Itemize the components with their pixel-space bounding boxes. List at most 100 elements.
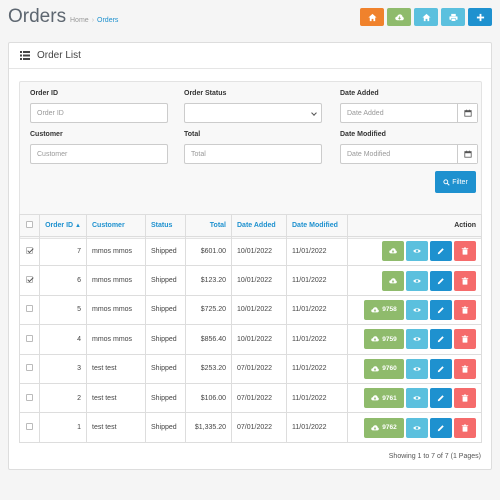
view-button[interactable]	[406, 358, 428, 379]
filter-button[interactable]: Filter	[435, 171, 476, 193]
total-input[interactable]: Total	[184, 144, 322, 164]
edit-button[interactable]	[430, 270, 452, 291]
table-row: 7 mmos mmos Shipped $601.00 10/01/2022 11/01/…	[19, 235, 482, 267]
invoice-button[interactable]: 9758	[364, 299, 404, 320]
download-button[interactable]	[387, 8, 411, 26]
select-all-checkbox[interactable]	[26, 221, 33, 228]
cloud-download-icon	[371, 424, 380, 430]
total-label: Total	[184, 131, 201, 138]
action-cell: 9758	[347, 294, 482, 326]
order-status-label: Order Status	[184, 90, 227, 97]
date-modified-calendar-button[interactable]	[457, 145, 477, 163]
order-id-input[interactable]: Order ID	[30, 103, 168, 123]
download-button[interactable]	[382, 270, 404, 291]
total-cell: $725.20	[185, 294, 232, 326]
select-all-cell	[19, 214, 40, 237]
calendar-icon	[463, 109, 472, 117]
trash-icon	[461, 247, 469, 255]
edit-button[interactable]	[430, 241, 452, 262]
download-button[interactable]	[382, 241, 404, 262]
breadcrumb-home[interactable]: Home	[70, 17, 89, 24]
home-button[interactable]	[360, 8, 384, 26]
edit-button[interactable]	[430, 417, 452, 438]
date-modified-cell: 11/01/2022	[286, 235, 348, 267]
view-button[interactable]	[406, 270, 428, 291]
view-button[interactable]	[406, 241, 428, 262]
row-checkbox[interactable]	[26, 364, 33, 372]
view-button[interactable]	[406, 417, 428, 438]
view-button[interactable]	[406, 299, 428, 320]
invoice-number: 9760	[382, 365, 397, 373]
total-header[interactable]: Total	[185, 214, 232, 237]
delete-button[interactable]	[454, 241, 476, 262]
cloud-download-icon	[371, 395, 380, 401]
row-checkbox[interactable]	[26, 246, 33, 254]
edit-button[interactable]	[430, 388, 452, 409]
edit-button[interactable]	[430, 299, 452, 320]
delete-button[interactable]	[454, 299, 476, 320]
date-added-header[interactable]: Date Added	[231, 214, 287, 237]
invoice-button[interactable]: 9761	[364, 388, 404, 409]
row-select-cell	[19, 412, 40, 443]
shipping-button[interactable]	[414, 8, 438, 26]
table-row: 6 mmos mmos Shipped $123.20 10/01/2022 11/01/…	[19, 265, 482, 296]
delete-button[interactable]	[454, 417, 476, 438]
delete-button[interactable]	[454, 388, 476, 409]
order-list-panel: Order List Order ID Order ID Order Statu…	[8, 42, 492, 470]
trash-icon	[461, 424, 469, 432]
status-header[interactable]: Status	[145, 214, 186, 237]
date-modified-placeholder: Date Modified	[347, 150, 391, 158]
breadcrumb-orders[interactable]: Orders	[97, 17, 118, 24]
table-row: 1 test test Shipped $1,335.20 07/01/2022 11/0…	[19, 412, 482, 443]
add-button[interactable]	[468, 8, 492, 26]
date-added-input[interactable]: Date Added	[340, 103, 478, 123]
view-button[interactable]	[406, 388, 428, 409]
delete-button[interactable]	[454, 270, 476, 291]
pencil-icon	[437, 277, 444, 284]
date-modified-cell: 11/01/2022	[286, 265, 348, 296]
date-modified-header[interactable]: Date Modified	[286, 214, 348, 237]
cloud-download-icon	[389, 277, 397, 283]
date-added-cell: 10/01/2022	[231, 235, 287, 267]
delete-button[interactable]	[454, 329, 476, 350]
list-icon	[20, 51, 30, 60]
print-button[interactable]	[441, 8, 465, 26]
delete-button[interactable]	[454, 358, 476, 379]
customer-cell: test test	[86, 353, 146, 384]
row-checkbox[interactable]	[26, 305, 33, 313]
order-status-select[interactable]	[184, 103, 322, 123]
invoice-button[interactable]: 9762	[364, 417, 404, 438]
edit-button[interactable]	[430, 329, 452, 350]
customer-header[interactable]: Customer	[86, 214, 146, 237]
edit-button[interactable]	[430, 358, 452, 379]
eye-icon	[413, 425, 421, 430]
pagination-text: Showing 1 to 7 of 7 (1 Pages)	[388, 453, 481, 460]
order-id-cell: 2	[39, 382, 87, 414]
row-checkbox[interactable]	[26, 423, 33, 431]
total-cell: $106.00	[185, 382, 232, 414]
home-icon	[421, 13, 431, 21]
order-id-cell: 6	[39, 265, 87, 296]
date-added-calendar-button[interactable]	[457, 104, 477, 122]
row-checkbox[interactable]	[26, 276, 33, 284]
invoice-button[interactable]: 9759	[364, 329, 404, 350]
row-select-cell	[19, 294, 40, 326]
row-select-cell	[19, 382, 40, 414]
trash-icon	[461, 306, 469, 314]
invoice-button[interactable]: 9760	[364, 358, 404, 379]
date-modified-cell: 11/01/2022	[286, 412, 348, 443]
eye-icon	[413, 396, 421, 400]
view-button[interactable]	[406, 329, 428, 350]
eye-icon	[413, 249, 421, 253]
customer-cell: test test	[86, 412, 146, 443]
eye-icon	[413, 366, 421, 371]
row-checkbox[interactable]	[26, 393, 33, 401]
order-id-header[interactable]: Order ID ▲	[39, 214, 87, 237]
row-checkbox[interactable]	[26, 334, 33, 342]
customer-input[interactable]: Customer	[30, 144, 168, 164]
date-modified-cell: 11/01/2022	[286, 353, 348, 384]
date-modified-input[interactable]: Date Modified	[340, 144, 478, 164]
date-added-label: Date Added	[340, 90, 379, 97]
total-cell: $253.20	[185, 353, 232, 384]
cloud-download-icon	[371, 336, 380, 342]
